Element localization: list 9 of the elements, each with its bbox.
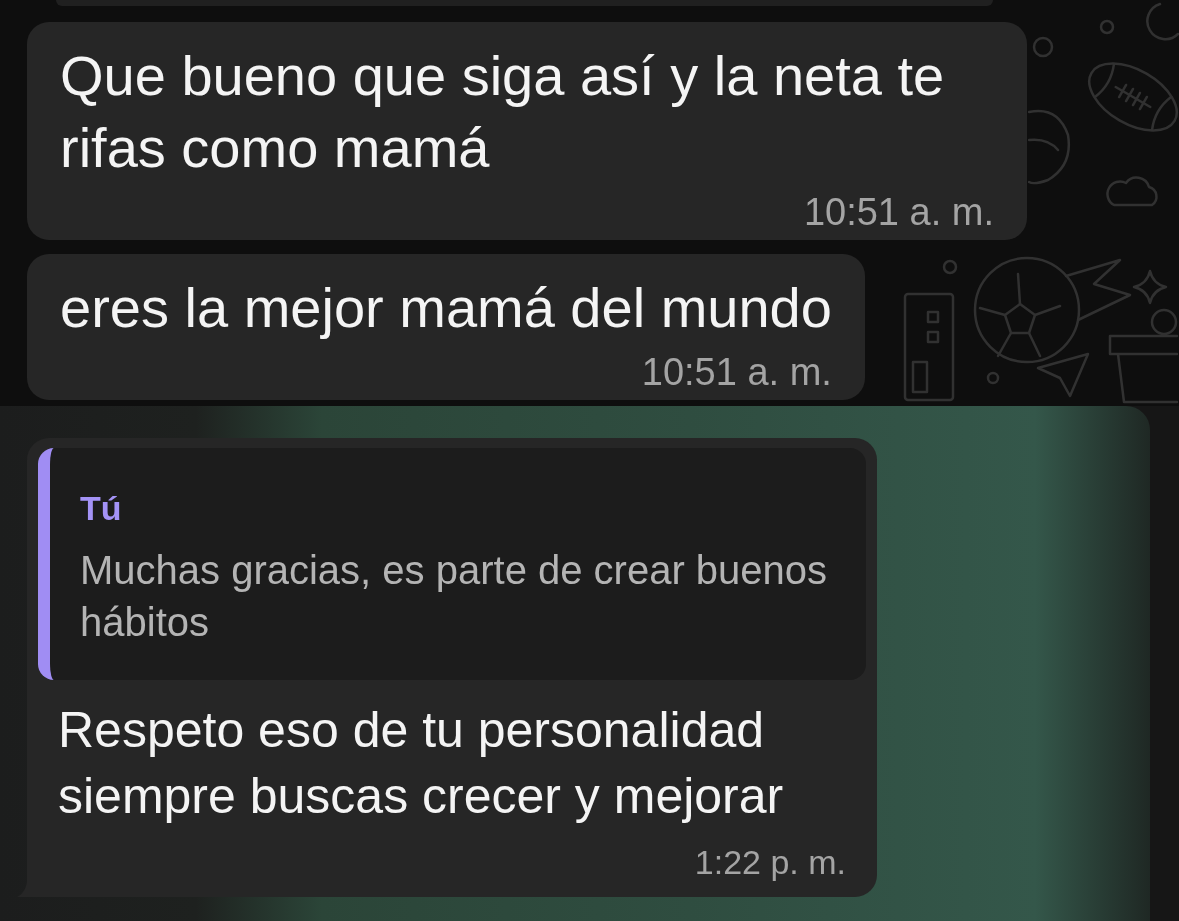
message-text: Respeto eso de tu personalidad siempre buscas crecer y mejorar [57, 701, 785, 826]
message-text: Que bueno que siga así y la neta te rifas como mamá [60, 43, 946, 181]
message-text: eres la mejor mamá del mundo [60, 275, 832, 341]
quote-author: Tú [80, 488, 123, 529]
quote-text: Muchas gracias, es parte de crear buenos hábitos [80, 547, 829, 646]
message-time: 10:51 a. m. [803, 192, 994, 232]
message-time: 10:51 a. m. [641, 352, 832, 392]
quoted-message[interactable]: Tú Muchas gracias, es parte de crear buenos hábitos [38, 448, 866, 680]
message-time: 1:22 p. m. [694, 844, 846, 880]
